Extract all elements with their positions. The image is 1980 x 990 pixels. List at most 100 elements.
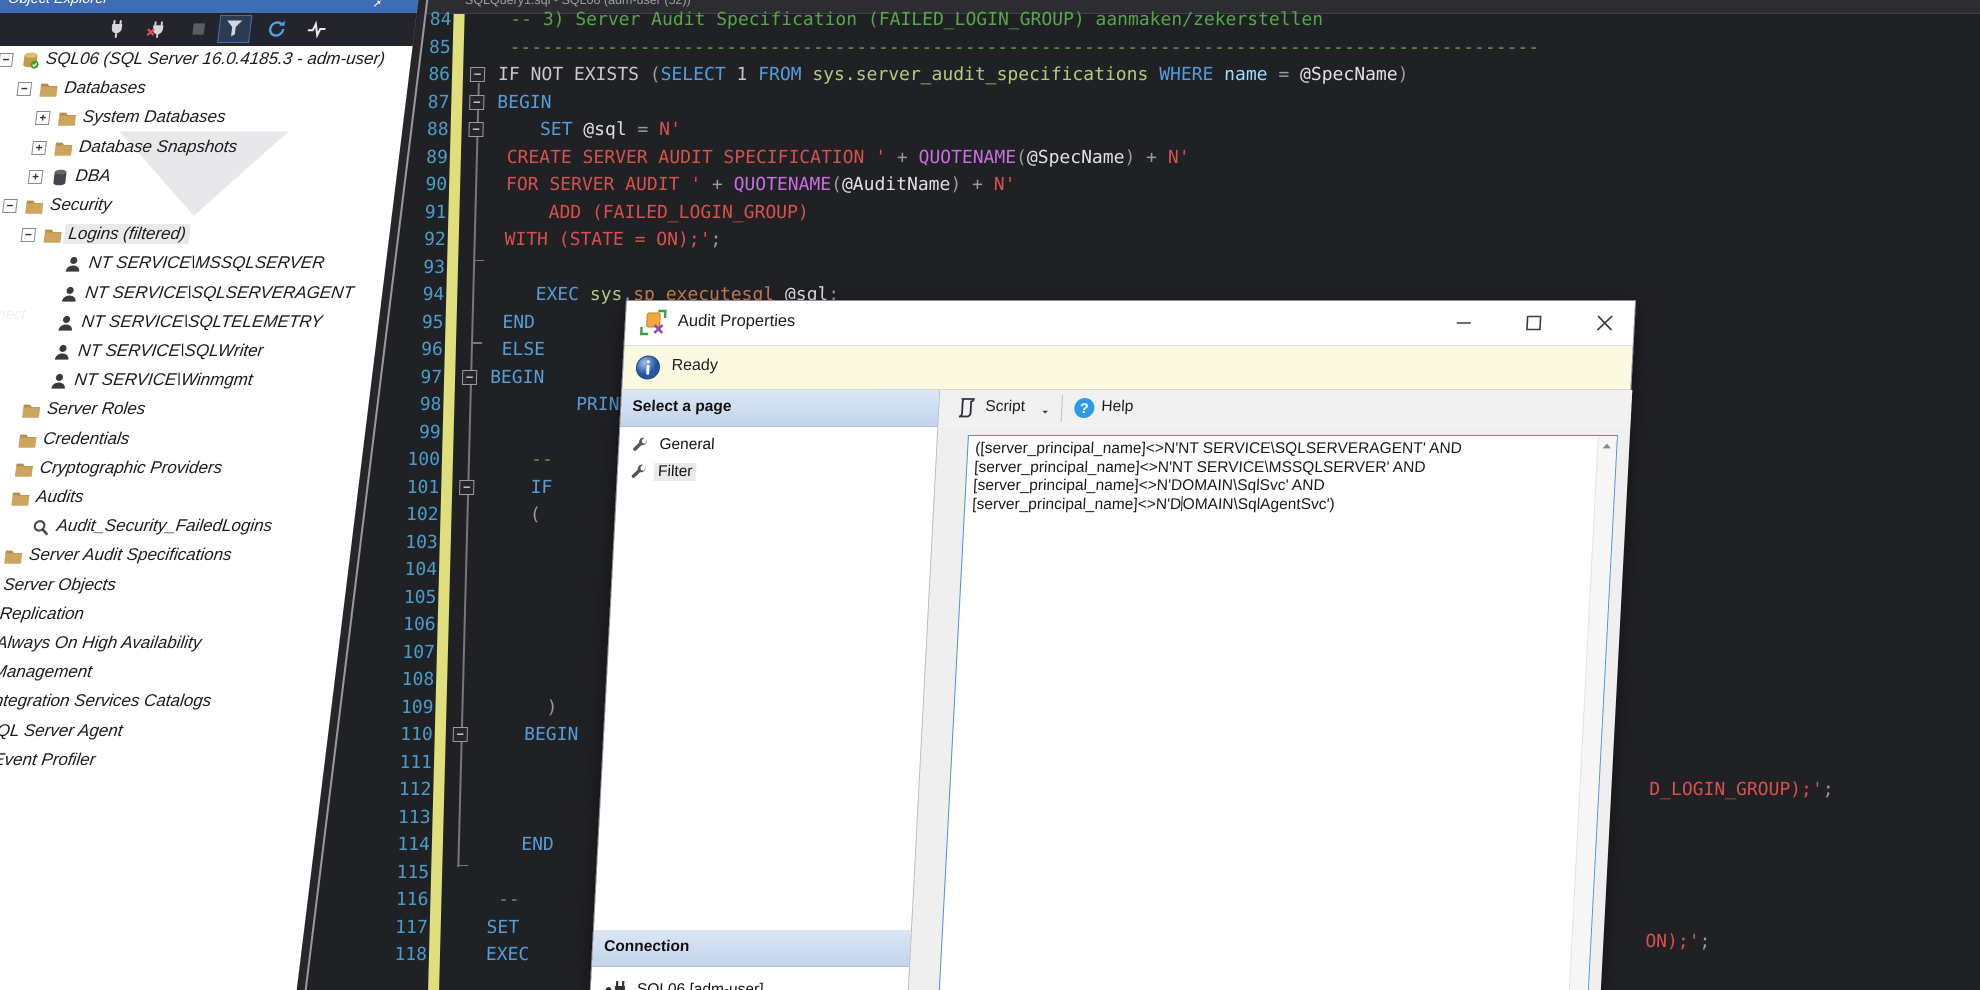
tree-item-label: Always On High Availability	[0, 633, 207, 653]
dialog-titlebar[interactable]: Audit Properties	[625, 301, 1635, 345]
tree-item-label: Integration Services Catalogs	[0, 691, 216, 711]
collapse-icon[interactable]: −	[0, 53, 14, 67]
code-line: BEGIN	[480, 721, 578, 749]
expand-icon[interactable]: +	[31, 141, 47, 155]
line-number: 108	[360, 666, 435, 694]
user-icon	[52, 343, 73, 362]
tree-item[interactable]: −SQL06 (SQL Server 16.0.4185.3 - adm-use…	[0, 46, 413, 75]
svg-text:?: ?	[1080, 400, 1089, 416]
tree-item[interactable]: Credentials	[0, 426, 366, 455]
disconnect-plug-icon[interactable]	[145, 19, 167, 39]
filter-predicate-textbox[interactable]: ([server_principal_name]<>N'NT SERVICE\S…	[938, 435, 1618, 990]
expand-icon[interactable]: +	[28, 170, 44, 184]
tree-item[interactable]: Integration Services Catalogs	[0, 688, 334, 717]
tree-item-label: NT SERVICE\SQLTELEMETRY	[77, 312, 328, 332]
tree-item[interactable]: − Databases	[0, 75, 409, 104]
minimize-button[interactable]	[1446, 308, 1482, 338]
code-line: (	[486, 501, 541, 529]
wrench-icon	[631, 437, 649, 454]
line-number: 100	[366, 446, 441, 474]
page-item-filter[interactable]: Filter	[617, 459, 935, 486]
line-number: 104	[363, 556, 438, 584]
line-number: 105	[362, 584, 437, 612]
activity-monitor-icon[interactable]	[305, 19, 327, 39]
audit-properties-icon	[639, 309, 667, 336]
fold-collapse-icon[interactable]: −	[462, 370, 477, 385]
tree-item[interactable]: −Logins (filtered)	[0, 221, 391, 250]
fold-collapse-icon[interactable]: −	[469, 95, 484, 110]
page-item-general[interactable]: General	[619, 432, 937, 459]
code-line: IF	[487, 474, 553, 502]
line-number: 102	[364, 501, 439, 529]
object-explorer-titlebar[interactable]: Object Explorer	[0, 0, 420, 13]
line-number: 116	[354, 886, 429, 914]
line-number: 114	[356, 831, 431, 859]
user-icon	[59, 285, 80, 304]
tree-item-label: Management	[0, 662, 97, 682]
fold-collapse-icon[interactable]: −	[470, 67, 485, 82]
pin-icon[interactable]	[369, 0, 387, 8]
folder-icon	[24, 197, 45, 216]
tree-item-label: NT SERVICE\Winmgmt	[69, 370, 258, 390]
scroll-up-icon[interactable]	[1599, 438, 1615, 454]
tree-item[interactable]: Audits	[0, 484, 359, 513]
tree-item[interactable]: SQL Server Agent	[0, 718, 330, 747]
stop-icon[interactable]	[187, 19, 209, 39]
tree-item[interactable]: Always On High Availability	[0, 630, 341, 659]
connect-plug-icon[interactable]	[105, 19, 127, 39]
refresh-icon[interactable]	[265, 19, 287, 39]
tree-item-label: Security	[45, 195, 117, 215]
tree-item-label: SQL Server Agent	[0, 721, 128, 741]
tree-item[interactable]: Audit_Security_FailedLogins	[0, 513, 355, 542]
code-line: CREATE SERVER AUDIT SPECIFICATION ' + QU…	[496, 144, 1190, 172]
line-number: 110	[358, 721, 433, 749]
search-icon	[30, 518, 51, 537]
tree-item[interactable]: NT SERVICE\MSSQLSERVER	[0, 250, 388, 279]
collapse-icon[interactable]: −	[16, 82, 32, 96]
tree-item[interactable]: Server Objects	[0, 572, 348, 601]
code-line: --	[476, 886, 520, 914]
tree-item[interactable]: Replication	[0, 601, 345, 630]
close-button[interactable]	[1587, 308, 1623, 338]
fold-end-tick	[457, 865, 468, 867]
tree-item[interactable]: NT SERVICE\SQLTELEMETRY	[0, 309, 380, 338]
info-icon	[635, 355, 661, 380]
tree-item[interactable]: Server Roles	[0, 396, 370, 425]
maximize-button[interactable]	[1516, 308, 1552, 338]
tree-item[interactable]: NT SERVICE\Winmgmt	[0, 367, 373, 396]
script-dropdown-chevron-icon[interactable]	[1039, 404, 1052, 414]
filter-button[interactable]	[217, 15, 252, 43]
tree-item[interactable]: +Database Snapshots	[0, 134, 402, 163]
fold-collapse-icon[interactable]: −	[453, 727, 468, 742]
script-button[interactable]: Script	[985, 398, 1026, 416]
collapse-icon[interactable]: −	[21, 228, 37, 242]
tree-item[interactable]: XEvent Profiler	[0, 747, 327, 776]
fold-collapse-icon[interactable]: −	[468, 122, 483, 137]
tree-item[interactable]: NT SERVICE\SQLWriter	[0, 338, 377, 367]
tree-item-label: Server Audit Specifications	[24, 545, 237, 565]
tree-item[interactable]: − Security	[0, 192, 395, 221]
tree-item-label: Replication	[0, 604, 89, 624]
tree-item[interactable]: Server Audit Specifications	[0, 542, 352, 571]
database-icon	[49, 168, 70, 187]
line-number: 99	[366, 419, 441, 447]
tree-item[interactable]: +System Databases	[0, 104, 405, 133]
tree-item[interactable]: NT SERVICE\SQLSERVERAGENT	[0, 280, 384, 309]
folder-icon	[57, 109, 78, 128]
tree-item-label: Audit_Security_FailedLogins	[51, 516, 277, 536]
code-line: --	[488, 446, 554, 474]
tree-item[interactable]: +DBA	[0, 163, 398, 192]
fold-collapse-icon[interactable]: −	[459, 480, 474, 495]
code-line: )	[481, 694, 558, 722]
collapse-icon[interactable]: −	[2, 199, 18, 213]
filter-predicate-text: ([server_principal_name]<>N'NT SERVICE\S…	[972, 440, 1591, 514]
code-line: IF NOT EXISTS (SELECT 1 FROM sys.server_…	[498, 61, 1409, 89]
folder-icon	[10, 489, 31, 508]
tree-item[interactable]: Management	[0, 659, 337, 688]
expand-icon[interactable]: +	[35, 111, 51, 125]
line-number: 109	[359, 694, 434, 722]
help-button[interactable]: Help	[1101, 398, 1134, 416]
tree-item[interactable]: Cryptographic Providers	[0, 455, 362, 484]
line-number: 117	[353, 914, 428, 942]
tree-item-label: Databases	[59, 78, 151, 98]
